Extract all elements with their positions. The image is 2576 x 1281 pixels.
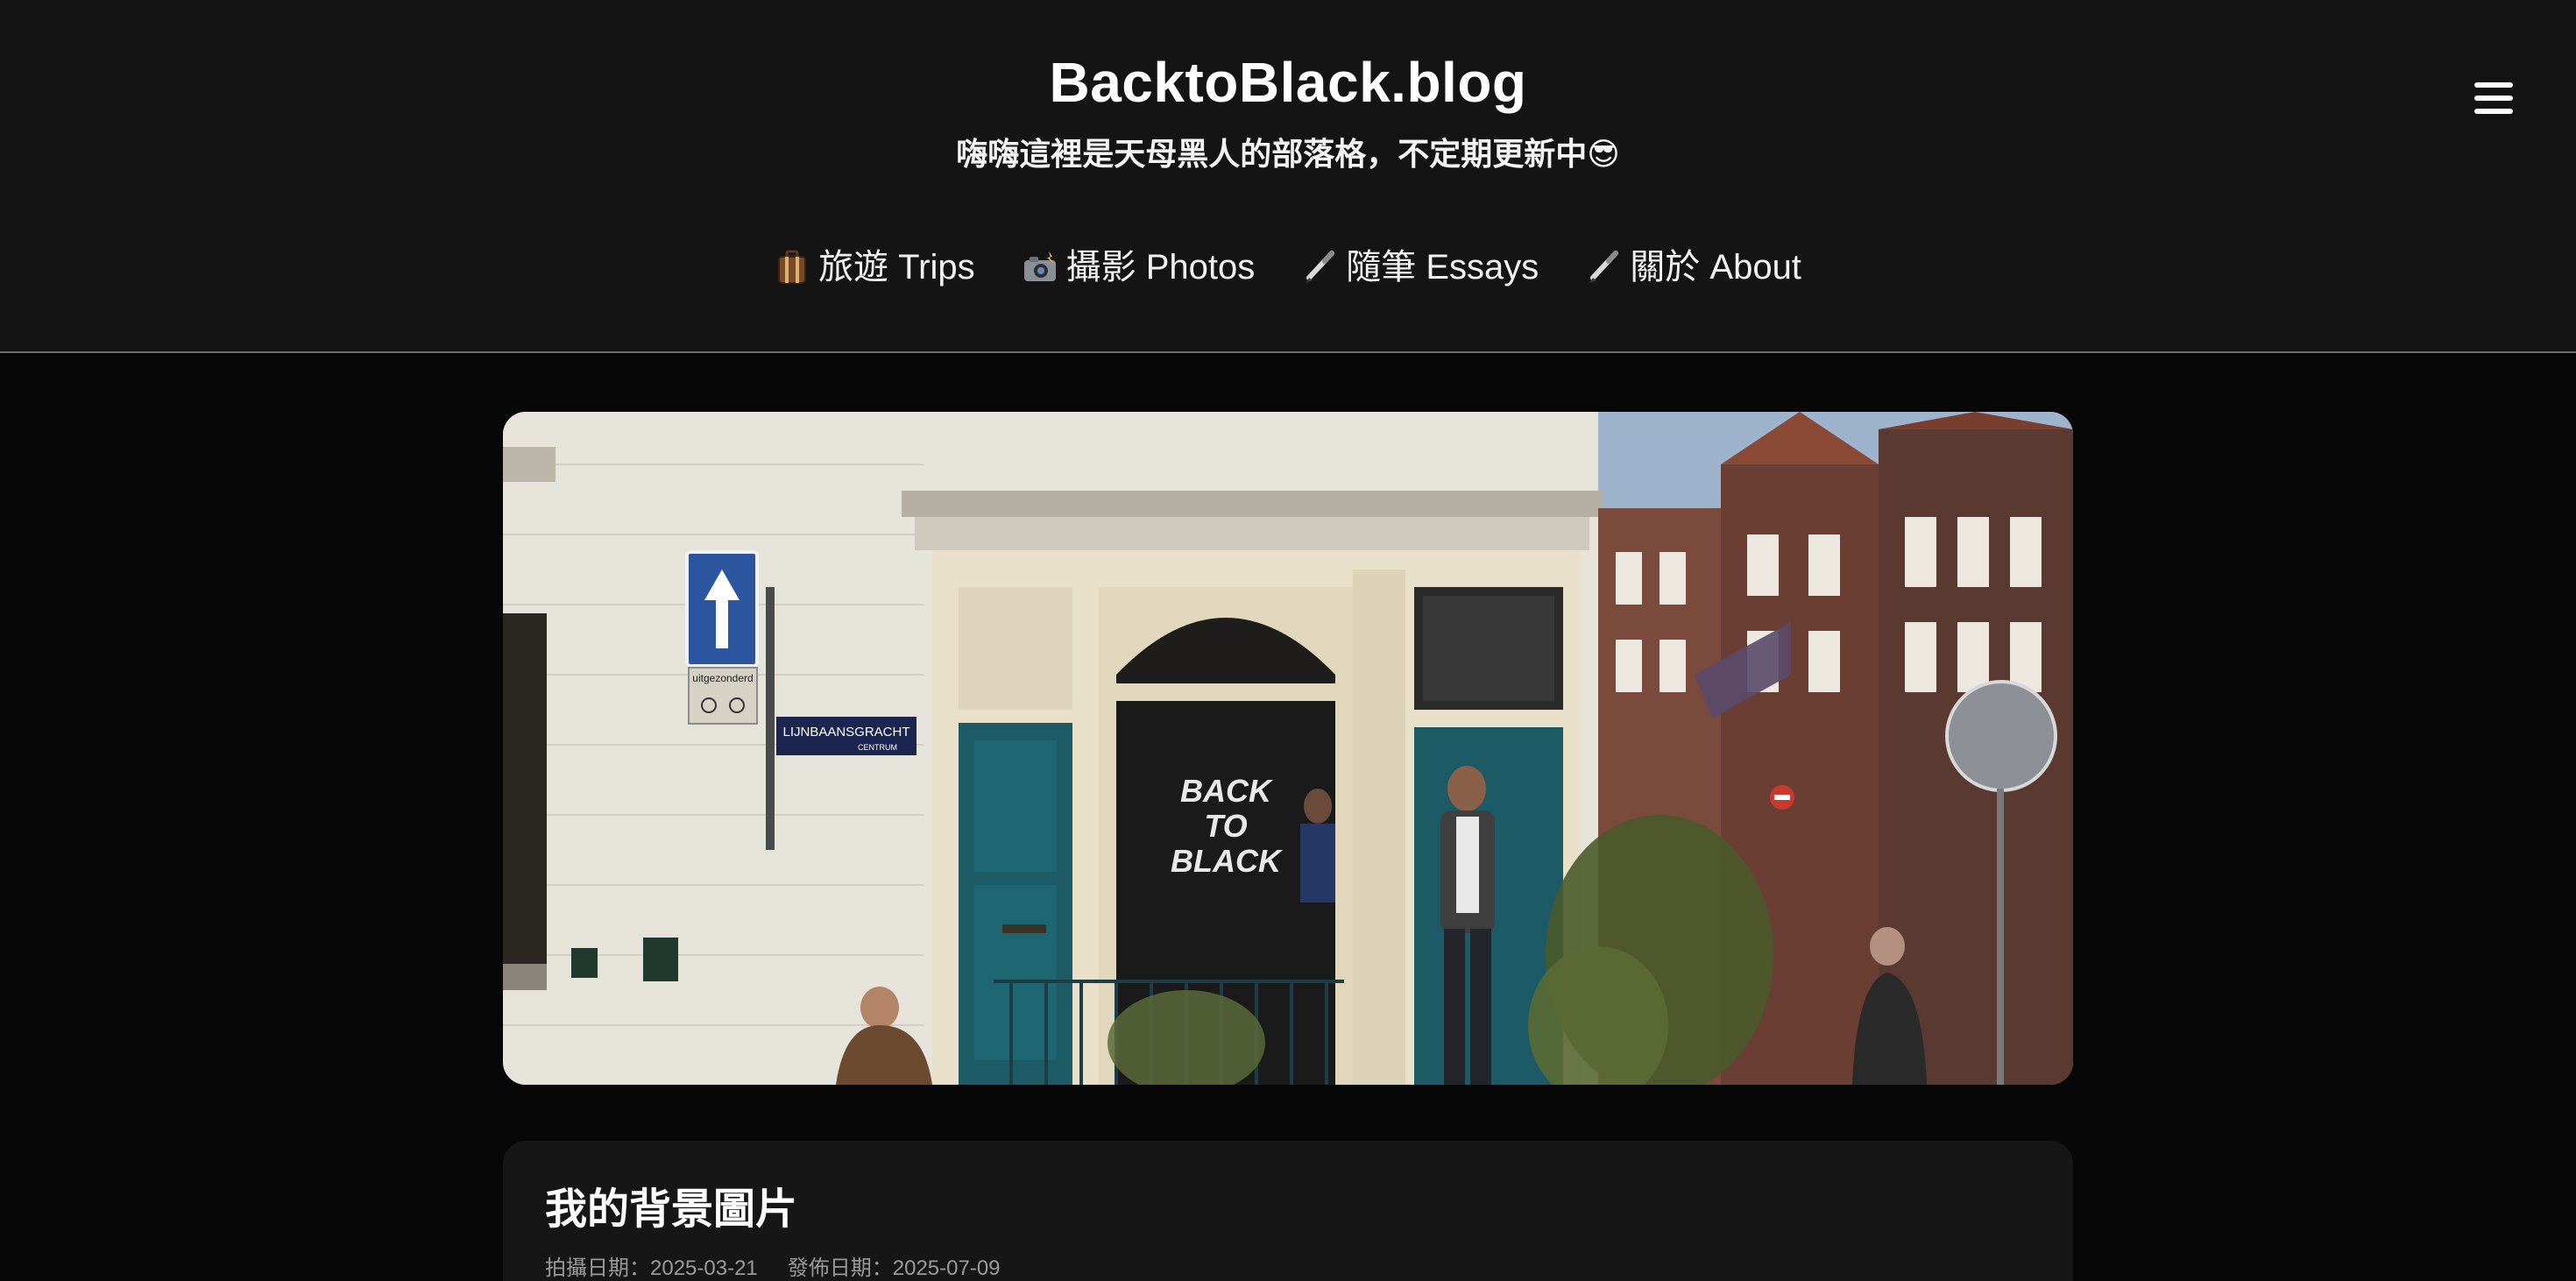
nav-label-photos: 攝影 Photos xyxy=(1065,248,1256,287)
street-sign-text: LIJNBAANSGRACHT xyxy=(782,725,909,740)
luggage-icon xyxy=(775,250,810,285)
main-nav: 旅遊 Trips 攝影 Photos 隨筆 Essays 關於 About xyxy=(0,237,2576,298)
nav-item-essays[interactable]: 隨筆 Essays xyxy=(1302,237,1539,298)
window-text-to: TO xyxy=(1204,808,1247,844)
site-title[interactable]: BacktoBlack.blog xyxy=(0,47,2576,117)
post-title[interactable]: 我的背景圖片 xyxy=(545,1179,797,1241)
sign-exception-text: uitgezonderd xyxy=(692,672,753,684)
nav-label-about: 關於 About xyxy=(1630,248,1801,287)
page: BacktoBlack.blog 嗨嗨這裡是天母黑人的部落格，不定期更新中😎 旅… xyxy=(0,0,2576,1281)
window-text-back: BACK xyxy=(1180,773,1274,809)
post-card[interactable]: 我的背景圖片 拍攝日期：2025-03-21 發佈日期：2025-07-09 xyxy=(503,1141,2073,1281)
nav-item-about[interactable]: 關於 About xyxy=(1586,237,1801,298)
publish-date: 發佈日期：2025-07-09 xyxy=(787,1256,1001,1280)
nav-item-trips[interactable]: 旅遊 Trips xyxy=(775,237,975,298)
site-tagline: 嗨嗨這裡是天母黑人的部落格，不定期更新中😎 xyxy=(956,136,1620,172)
pen-icon xyxy=(1586,250,1621,285)
shot-date: 拍攝日期：2025-03-21 xyxy=(545,1256,758,1280)
window-text-black: BLACK xyxy=(1171,843,1284,879)
post-meta: 拍攝日期：2025-03-21 發佈日期：2025-07-09 xyxy=(545,1251,1001,1281)
nav-item-photos[interactable]: 攝影 Photos xyxy=(1023,237,1256,298)
hero-image: BACK TO BLACK uitgezonderd LIJNBAANSGRAC… xyxy=(503,412,2073,1085)
pen-icon xyxy=(1302,250,1337,285)
hamburger-menu-icon xyxy=(2474,82,2513,114)
street-sign-sub: CENTRUM xyxy=(858,743,897,752)
nav-label-trips: 旅遊 Trips xyxy=(818,248,975,287)
hamburger-menu-button[interactable] xyxy=(2450,54,2537,142)
nav-label-essays: 隨筆 Essays xyxy=(1346,248,1539,287)
site-header: BacktoBlack.blog 嗨嗨這裡是天母黑人的部落格，不定期更新中😎 旅… xyxy=(0,0,2576,353)
camera-flash-icon xyxy=(1023,250,1058,285)
